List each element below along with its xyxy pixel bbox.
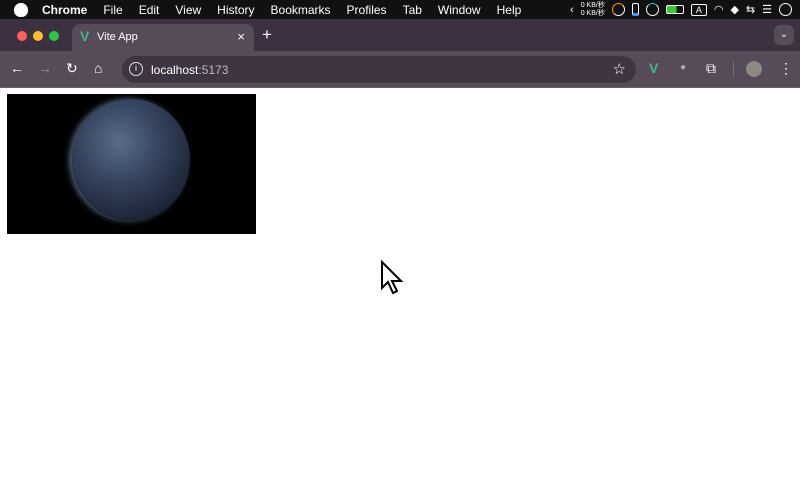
toolbar-divider — [733, 62, 734, 77]
extension-icon[interactable]: ● — [680, 62, 686, 73]
apple-icon[interactable] — [14, 2, 28, 17]
toolbar: ← → ↻ ⌂ i localhost:5173 ☆ V ● ⧉ ⋮ — [0, 51, 800, 88]
vue-devtools-icon[interactable]: V — [649, 60, 658, 76]
menu-file[interactable]: File — [95, 3, 130, 17]
profile-avatar[interactable] — [746, 61, 762, 77]
address-bar[interactable]: i localhost:5173 ☆ — [122, 56, 636, 83]
menu-bookmarks[interactable]: Bookmarks — [263, 3, 339, 17]
menu-help[interactable]: Help — [489, 3, 530, 17]
vue-logo-icon: V — [80, 28, 90, 44]
menu-history[interactable]: History — [209, 3, 262, 17]
menu-view[interactable]: View — [167, 3, 209, 17]
sliders-icon[interactable]: ⇆ — [746, 3, 755, 16]
tab-search-button[interactable]: ⌄ — [774, 25, 794, 45]
disk-icon[interactable] — [645, 3, 659, 16]
clock-icon[interactable] — [779, 3, 792, 16]
menu-bar: Chrome File Edit View History Bookmarks … — [0, 0, 800, 19]
forward-icon[interactable]: → — [38, 60, 52, 76]
globe — [72, 99, 190, 221]
new-tab-button[interactable]: + — [262, 25, 272, 45]
menu-app-name[interactable]: Chrome — [34, 3, 95, 17]
input-source-icon[interactable]: A — [690, 3, 707, 16]
menu-edit[interactable]: Edit — [131, 3, 168, 17]
cube-icon[interactable]: ◆ — [730, 3, 738, 16]
back-icon[interactable]: ← — [10, 60, 24, 76]
net-down: 0 KB/秒 — [580, 9, 605, 17]
extensions-puzzle-icon[interactable]: ⧉ — [706, 60, 716, 77]
control-center-icon[interactable]: ☰ — [762, 3, 772, 16]
url-text: localhost:5173 — [151, 63, 228, 77]
cpu-icon[interactable] — [611, 3, 625, 16]
close-window-button[interactable] — [17, 31, 27, 41]
reload-icon[interactable]: ↻ — [66, 60, 78, 77]
minimize-window-button[interactable] — [33, 31, 43, 41]
status-area: ‹ 0 KB/秒 0 KB/秒 A ◠ ◆ ⇆ ☰ — [570, 0, 792, 19]
chevron-left-icon[interactable]: ‹ — [570, 4, 574, 16]
menu-tab[interactable]: Tab — [395, 3, 430, 17]
wifi-icon[interactable]: ◠ — [714, 3, 724, 16]
memory-icon[interactable] — [631, 3, 639, 16]
url-host: localhost — [151, 63, 199, 77]
url-port: :5173 — [198, 63, 229, 77]
close-tab-icon[interactable]: × — [237, 29, 245, 44]
battery-icon[interactable] — [665, 5, 684, 14]
site-info-icon[interactable]: i — [129, 62, 143, 76]
net-up: 0 KB/秒 — [580, 1, 605, 9]
tab-title: Vite App — [97, 31, 138, 43]
tab-vite-app[interactable]: V Vite App × — [72, 24, 254, 52]
zoom-window-button[interactable] — [49, 31, 59, 41]
menu-window[interactable]: Window — [430, 3, 489, 17]
mouse-cursor-icon — [381, 260, 404, 295]
home-icon[interactable]: ⌂ — [94, 60, 102, 76]
more-menu-icon[interactable]: ⋮ — [779, 60, 793, 77]
earth-at-night-image — [7, 94, 256, 234]
menu-profiles[interactable]: Profiles — [339, 3, 395, 17]
bookmark-star-icon[interactable]: ☆ — [613, 60, 626, 78]
